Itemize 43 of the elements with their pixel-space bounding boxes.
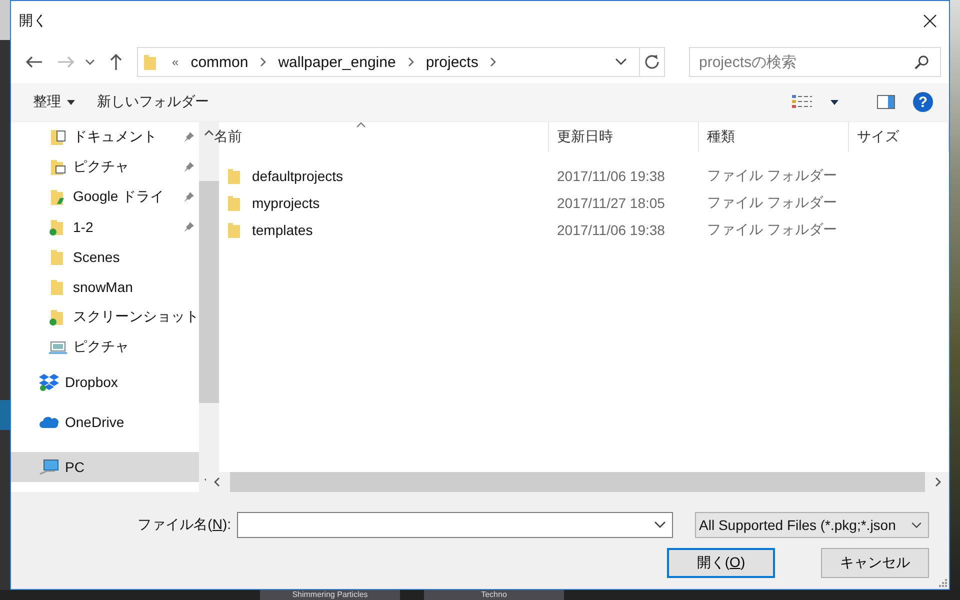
sidebar-item[interactable]: OneDrive xyxy=(11,402,199,442)
breadcrumb[interactable]: projects xyxy=(426,54,478,70)
new-folder-button[interactable]: 新しいフォルダー xyxy=(95,89,211,115)
window-title: 開く xyxy=(19,12,47,30)
file-type: ファイル フォルダー xyxy=(706,166,838,184)
file-type: ファイル フォルダー xyxy=(706,220,838,238)
cancel-button[interactable]: キャンセル xyxy=(821,548,929,578)
wallpaper-tile[interactable]: Techno xyxy=(424,590,564,600)
wallpaper-tile[interactable]: Shimmering Particles xyxy=(260,590,400,600)
breadcrumb[interactable]: common xyxy=(190,54,248,70)
sidebar-item[interactable]: snowMan xyxy=(11,272,199,302)
file-type-dropdown[interactable]: All Supported Files (*.pkg;*.json xyxy=(695,512,929,538)
search-field[interactable]: projectsの検索 xyxy=(689,47,941,77)
sidebar-item[interactable]: Scenes xyxy=(11,242,199,272)
sidebar-item[interactable]: ドキュメント xyxy=(11,122,199,152)
file-type: ファイル フォルダー xyxy=(706,194,838,212)
sidebar-item[interactable]: ピクチャ xyxy=(11,332,199,362)
sidebar-item[interactable]: PC xyxy=(11,452,199,482)
file-row[interactable]: myprojects 2017/11/27 18:05 ファイル フォルダー xyxy=(206,189,949,216)
address-bar[interactable]: « common wallpaper_engine projects xyxy=(137,47,665,77)
sidebar-item[interactable]: スクリーンショット xyxy=(11,302,199,332)
file-name: templates xyxy=(252,222,313,238)
modified-date: 2017/11/27 18:05 xyxy=(556,194,666,210)
file-name-label: ファイル名(N): xyxy=(138,516,231,534)
open-button[interactable]: 開く(O) xyxy=(667,548,775,578)
sidebar-item[interactable]: Google ドライ xyxy=(11,182,199,212)
column-header[interactable]: サイズ xyxy=(849,122,949,152)
modified-date: 2017/11/06 19:38 xyxy=(556,222,666,238)
sidebar-item[interactable]: Dropbox xyxy=(11,362,199,402)
column-header[interactable]: 名前 xyxy=(206,122,549,152)
file-row[interactable]: templates 2017/11/06 19:38 ファイル フォルダー xyxy=(206,216,949,243)
help-button[interactable]: ? xyxy=(913,92,933,112)
column-header[interactable]: 更新日時 xyxy=(549,122,699,152)
column-header[interactable]: 種類 xyxy=(699,122,849,152)
organize-button[interactable]: 整理 xyxy=(31,89,77,115)
breadcrumb[interactable]: wallpaper_engine xyxy=(278,54,396,70)
modified-date: 2017/11/06 19:38 xyxy=(556,168,666,184)
file-name: defaultprojects xyxy=(252,168,344,184)
file-row[interactable]: defaultprojects 2017/11/06 19:38 ファイル フォルダー xyxy=(206,162,949,189)
sidebar-item[interactable]: 1-2 xyxy=(11,212,199,242)
sidebar-item[interactable]: ピクチャ xyxy=(11,152,199,182)
overflow-chevron[interactable]: « xyxy=(172,55,179,69)
file-name: myprojects xyxy=(252,194,320,210)
